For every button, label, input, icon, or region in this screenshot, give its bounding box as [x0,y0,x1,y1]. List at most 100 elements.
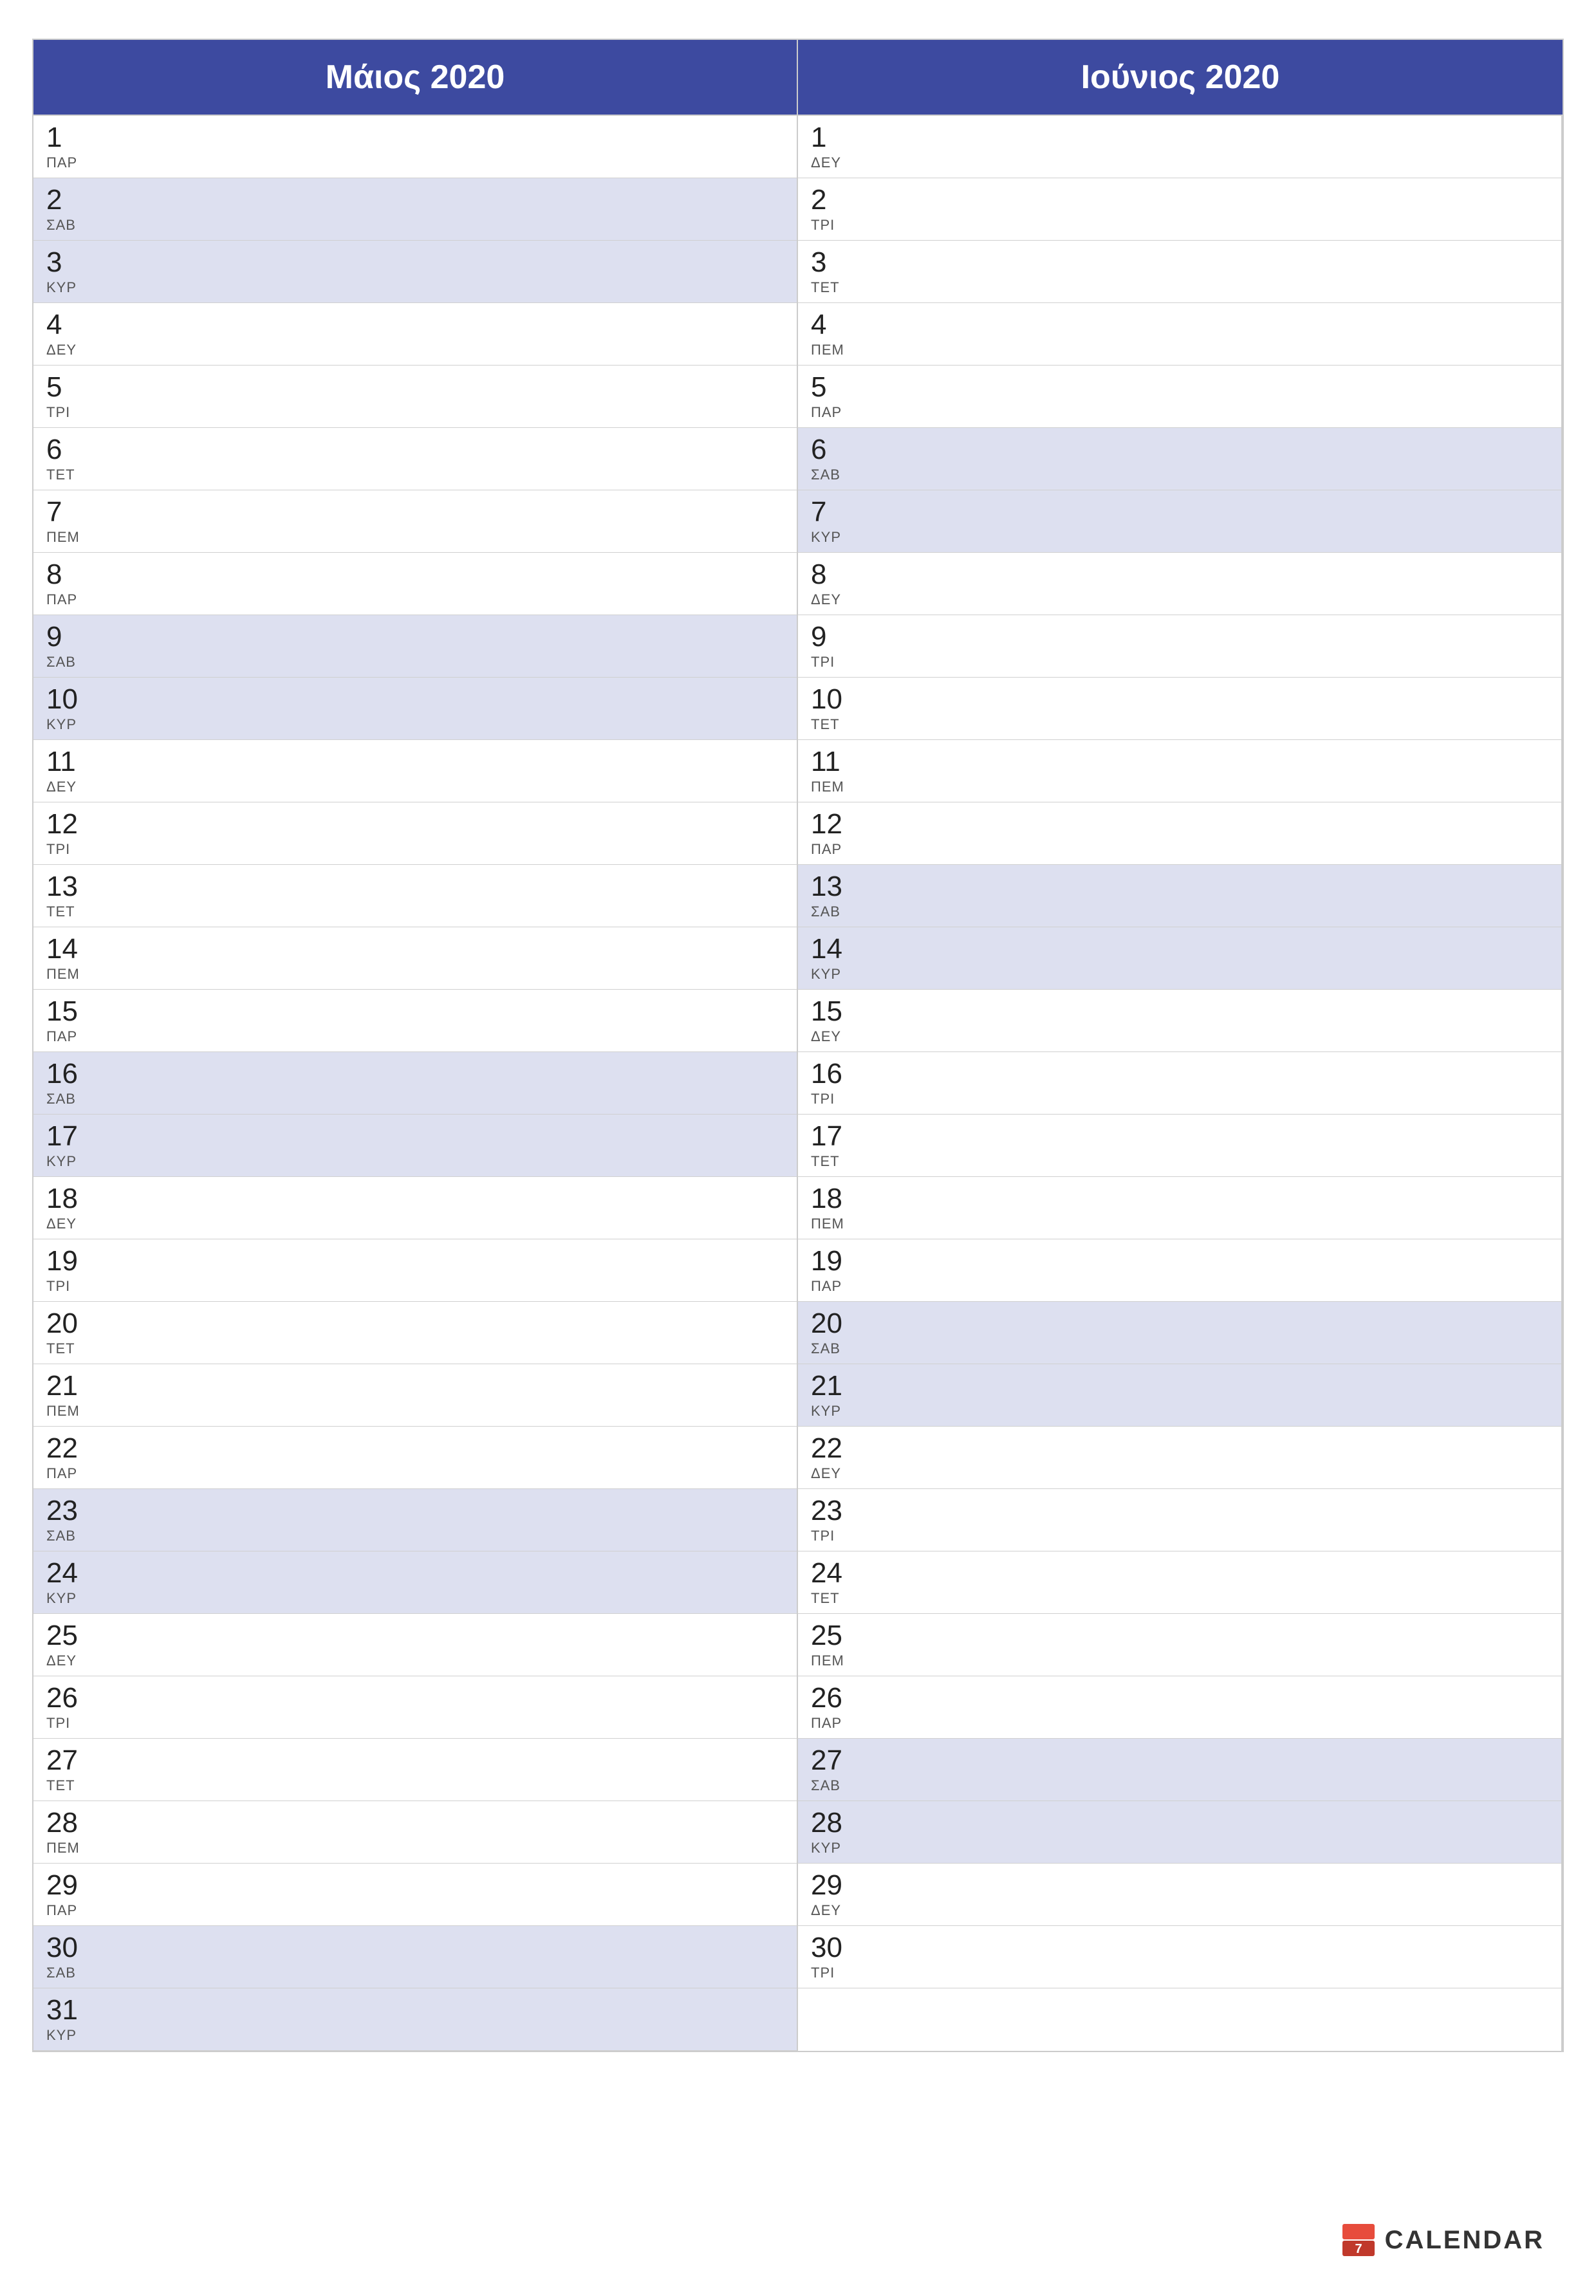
day-row: 12ΠΑΡ [798,802,1561,865]
day-name: ΚΥΡ [811,1840,856,1856]
day-number: 10 [811,685,856,714]
day-name: ΔΕΥ [811,154,856,171]
day-name: ΤΡΙ [811,217,856,234]
day-number: 1 [811,124,856,152]
day-row: 6ΤΕΤ [33,428,797,490]
day-cell: 30ΤΡΙ [811,1934,856,1981]
june-days-column: 1ΔΕΥ2ΤΡΙ3ΤΕΤ4ΠΕΜ5ΠΑΡ6ΣΑΒ7ΚΥΡ8ΔΕΥ9ΤΡΙ10ΤΕ… [798,116,1563,2051]
day-cell: 29 ΠΑΡ [46,1871,91,1919]
day-row: 22ΠΑΡ [33,1427,797,1489]
day-name: ΔΕΥ [811,1028,856,1045]
day-row: 18 ΠΕΜ [798,1177,1561,1239]
day-number: 19 [811,1247,856,1275]
day-row: 19 ΠΑΡ [798,1239,1561,1302]
day-row: 2ΣΑΒ [33,178,797,241]
day-cell: 10 ΚΥΡ [46,685,91,733]
day-cell: 16ΤΡΙ [811,1060,856,1107]
day-number: 23 [46,1497,91,1525]
day-number: 6 [46,436,91,464]
day-row: 4ΠΕΜ [798,303,1561,366]
day-number: 16 [811,1060,856,1088]
day-cell: 28ΠΕΜ [46,1809,91,1856]
day-cell: 22ΠΑΡ [46,1434,91,1482]
day-number: 9 [811,623,856,651]
day-cell: 21 ΠΕΜ [46,1372,91,1420]
day-number: 23 [811,1497,856,1525]
day-number: 26 [46,1684,91,1712]
day-row: 12 ΤΡΙ [33,802,797,865]
day-name: ΤΡΙ [46,841,91,858]
day-name: ΚΥΡ [46,279,91,296]
day-row: 7ΠΕΜ [33,490,797,553]
day-name: ΤΡΙ [46,1715,91,1732]
day-number: 14 [46,935,91,963]
day-row: 20ΣΑΒ [798,1302,1561,1364]
day-name: ΠΑΡ [46,1902,91,1919]
day-name: ΤΕΤ [46,1340,91,1357]
day-row: 10ΤΕΤ [798,678,1561,740]
day-number: 18 [811,1185,856,1213]
day-number: 6 [811,436,856,464]
day-number: 25 [46,1622,91,1650]
day-number: 22 [46,1434,91,1463]
day-row: 17ΤΕΤ [798,1115,1561,1177]
day-name: ΤΡΙ [811,1528,856,1544]
day-row: 23 ΤΡΙ [798,1489,1561,1551]
day-number: 10 [46,685,91,714]
day-cell: 22ΔΕΥ [811,1434,856,1482]
day-name: ΤΡΙ [811,654,856,671]
day-name: ΣΑΒ [46,1091,91,1107]
day-number: 17 [811,1122,856,1151]
day-row: 17ΚΥΡ [33,1115,797,1177]
day-cell: 3ΤΕΤ [811,248,856,296]
day-row: 31ΚΥΡ [33,1988,797,2051]
day-name: ΠΕΜ [46,1403,91,1420]
day-number: 30 [46,1934,91,1962]
day-row: 5ΠΑΡ [798,366,1561,428]
day-row: 9 ΤΡΙ [798,615,1561,678]
day-name: ΠΑΡ [811,1278,856,1295]
may-days-column: 1ΠΑΡ2ΣΑΒ3ΚΥΡ4ΔΕΥ5ΤΡΙ6ΤΕΤ7ΠΕΜ8ΠΑΡ9ΣΑΒ10ΚΥ… [33,116,798,2051]
calendar-icon: 7 [1341,2223,1376,2257]
day-cell: 4ΔΕΥ [46,311,91,358]
day-cell: 2ΣΑΒ [46,186,91,234]
day-cell: 5ΤΡΙ [46,373,91,421]
day-row: 1 ΔΕΥ [798,116,1561,178]
day-number: 27 [811,1746,856,1775]
day-row: 11ΠΕΜ [798,740,1561,802]
day-name: ΚΥΡ [811,966,856,983]
day-name: ΔΕΥ [811,591,856,608]
day-row: 21 ΠΕΜ [33,1364,797,1427]
day-cell: 11ΠΕΜ [811,748,856,795]
day-name: ΠΕΜ [46,1840,91,1856]
day-name: ΚΥΡ [46,716,91,733]
day-name: ΠΑΡ [811,404,856,421]
day-cell: 31ΚΥΡ [46,1996,91,2044]
day-row: 8ΠΑΡ [33,553,797,615]
day-name: ΣΑΒ [46,217,91,234]
day-cell: 3ΚΥΡ [46,248,91,296]
day-number: 21 [46,1372,91,1400]
day-row: 20ΤΕΤ [33,1302,797,1364]
day-number: 12 [46,810,91,838]
day-number: 29 [46,1871,91,1900]
june-header: Ιούνιος 2020 [798,40,1563,116]
day-name: ΔΕΥ [46,342,91,358]
day-name: ΠΕΜ [811,1216,856,1232]
day-row: 15ΔΕΥ [798,990,1561,1052]
day-number: 2 [811,186,856,214]
day-name: ΚΥΡ [811,529,856,546]
day-cell: 7ΚΥΡ [811,498,856,546]
may-header: Μάιος 2020 [33,40,798,116]
day-name: ΠΑΡ [46,154,91,171]
day-number: 11 [811,748,856,776]
day-row: 27ΤΕΤ [33,1739,797,1801]
day-number: 26 [811,1684,856,1712]
day-name: ΔΕΥ [46,1653,91,1669]
day-cell: 8ΠΑΡ [46,560,91,608]
day-number: 5 [46,373,91,402]
day-number: 8 [811,560,856,589]
day-cell: 9 ΤΡΙ [811,623,856,671]
day-cell: 10ΤΕΤ [811,685,856,733]
day-cell: 27ΣΑΒ [811,1746,856,1794]
